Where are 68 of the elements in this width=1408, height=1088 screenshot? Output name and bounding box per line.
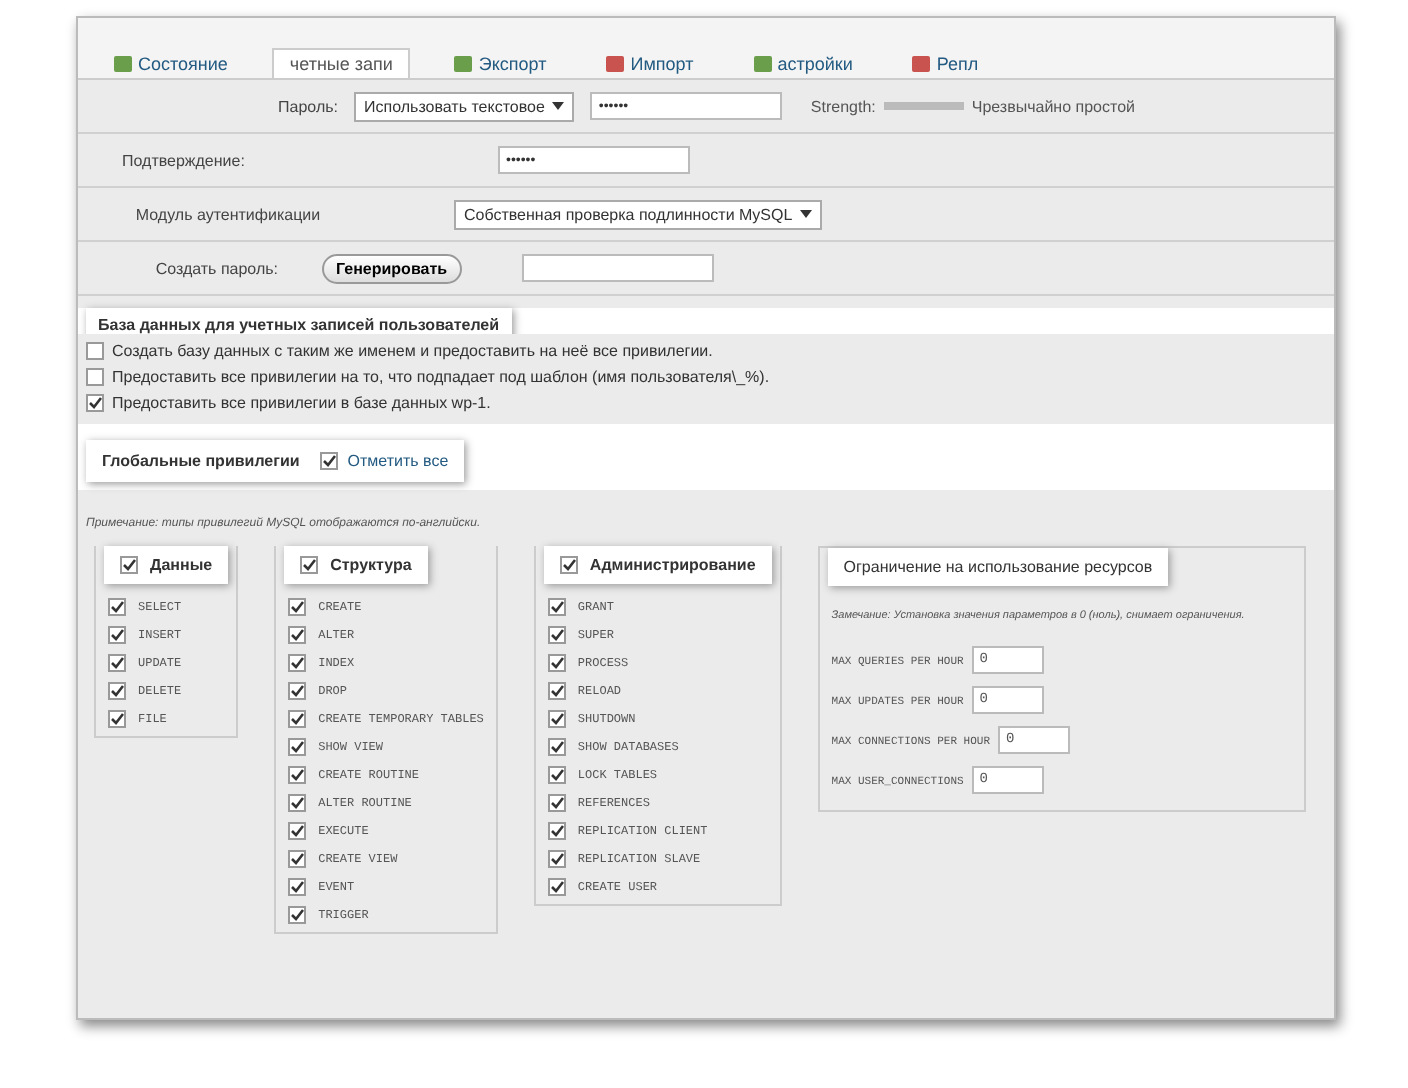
field-label: Создать пароль: [153,259,280,277]
option-label: Предоставить все привилегии на то, что подпадает под шаблон (имя пользователя\_%). [112,368,770,386]
checkbox[interactable] [547,822,566,840]
tab[interactable]: четные запи [271,48,411,78]
checkbox[interactable] [288,878,307,896]
checkbox[interactable] [288,850,307,868]
tab-icon [114,56,132,72]
checkbox[interactable] [547,598,566,616]
field-label: Модуль аутентификации [133,205,323,223]
checkbox[interactable] [288,794,307,812]
group-title: Данные [150,556,213,574]
checkbox[interactable] [288,822,307,840]
checkbox[interactable] [86,394,104,412]
field-label: Пароль: [276,97,340,115]
option-label: Предоставить все привилегии в базе данных wp-1. [112,394,491,412]
tab[interactable]: Экспорт [438,50,563,78]
checkbox[interactable] [288,654,307,672]
group-title: Администрирование [589,556,756,574]
checkbox[interactable] [547,626,566,644]
checkbox[interactable] [547,710,566,728]
checkbox[interactable] [288,626,307,644]
checkbox[interactable] [288,906,307,924]
checkbox[interactable] [108,710,126,728]
checkbox[interactable] [108,626,126,644]
checkbox[interactable] [547,654,566,672]
tab[interactable]: Импорт [590,50,710,78]
checkbox[interactable] [288,682,307,700]
checkbox[interactable] [108,682,126,700]
generated-password-field[interactable] [521,254,714,282]
tab[interactable]: астройки [737,50,869,78]
strength-label: Strength: [810,97,876,115]
checkbox[interactable] [547,738,566,756]
checkbox[interactable] [300,556,319,574]
caret-icon [552,102,565,110]
checkbox[interactable] [288,766,307,784]
checkbox[interactable] [86,342,104,360]
strength-text: Чрезвычайно простой [971,97,1135,115]
checkbox[interactable] [319,452,338,470]
tab-icon [454,56,473,72]
checkbox[interactable] [288,710,307,728]
checkbox[interactable] [108,654,126,672]
group-title: Ограничение на использование ресурсов [827,548,1169,586]
checkbox[interactable] [547,878,566,896]
tab-icon [912,56,931,72]
checkbox[interactable] [547,794,566,812]
checkbox[interactable] [120,556,138,574]
checkbox[interactable] [559,556,578,574]
option-label: Создать базу данных с таким же именем и предоставить на неё все привилегии. [112,342,713,360]
checkbox[interactable] [547,766,566,784]
checkbox[interactable] [547,850,566,868]
checkbox[interactable] [288,598,307,616]
group-title: Структура [330,556,412,574]
checkbox[interactable] [86,368,104,386]
tab[interactable]: Состояние [98,50,244,78]
strength-meter [883,102,964,110]
section-title: Глобальные привилегии [102,452,300,470]
field-label: Подтверждение: [120,151,247,169]
checkbox[interactable] [288,738,307,756]
tab-icon [606,56,625,72]
generate-button[interactable]: Генерировать [322,253,462,283]
checkbox[interactable] [547,682,566,700]
auth-select[interactable]: Собственная проверка подлинности MySQL [454,199,823,229]
tab[interactable]: Репл [896,50,995,78]
caret-icon [800,210,813,218]
checkbox[interactable] [108,598,126,616]
tab-icon [753,56,772,72]
password-mode-select[interactable]: Использовать текстовое [354,91,575,121]
check-all-link[interactable]: Отметить все [347,452,449,470]
